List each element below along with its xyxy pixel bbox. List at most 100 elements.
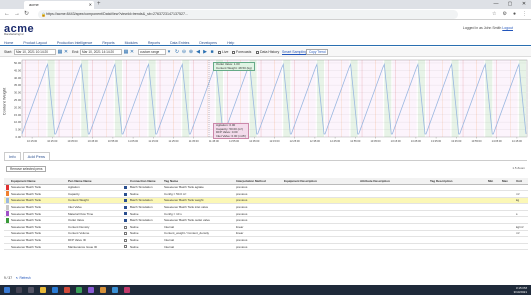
checkbox-icon[interactable] (124, 238, 127, 242)
browser-tab[interactable]: acme ✕ (24, 1, 94, 9)
color-swatch[interactable] (4, 184, 9, 192)
edge-icon[interactable] (52, 287, 58, 293)
data-history-toggle[interactable]: Data History (256, 49, 279, 55)
menu-item-reports-2[interactable]: Reports (148, 40, 160, 45)
maximize-icon[interactable]: ▢ (503, 0, 517, 9)
zoom-in-icon[interactable]: ⊕ (188, 49, 194, 55)
color-swatch[interactable] (4, 190, 9, 198)
checkbox-icon[interactable] (124, 205, 127, 209)
start-icon[interactable] (4, 287, 10, 293)
checkbox-icon[interactable] (124, 232, 127, 236)
color-swatch[interactable] (4, 203, 9, 211)
color-swatch[interactable] (4, 230, 9, 238)
color-swatch[interactable] (4, 216, 9, 225)
refresh-link[interactable]: Refresh (19, 276, 30, 280)
menu-item-reports[interactable]: Reports (102, 40, 114, 45)
forward-icon[interactable]: → (14, 10, 20, 19)
color-swatch[interactable] (4, 197, 9, 205)
menu-item-modules[interactable]: Modules (125, 40, 138, 45)
table-row[interactable]: Sweetener Batch Tank Material Flow Time Na… (4, 210, 528, 218)
menu-item-developers[interactable]: Developers (199, 40, 217, 45)
back-icon[interactable]: ← (4, 10, 10, 19)
reload-icon[interactable]: ↻ (24, 10, 29, 19)
table-row[interactable]: Sweetener Batch Tank Outlet Valve Batch Si… (4, 216, 528, 225)
new-tab-icon[interactable]: + (97, 1, 101, 8)
pen-name-cell: Content Volume (66, 230, 122, 238)
extensions-icon[interactable]: ⚙ (502, 10, 506, 19)
color-swatch[interactable] (4, 243, 9, 251)
menu-item-home[interactable]: Home (4, 40, 13, 45)
inlet-valve-band (22, 60, 47, 137)
min-cell (486, 190, 500, 198)
url-field[interactable]: 🔒 https://acme:8443/apex/component/DataV… (38, 10, 458, 19)
file-explorer-icon[interactable] (40, 287, 46, 293)
checkbox-icon[interactable] (124, 186, 127, 189)
min-cell (486, 243, 500, 251)
table-row[interactable]: Sweetener Batch Tank Content Density Nativ… (4, 223, 528, 231)
clear-icon[interactable]: ✕ (63, 49, 69, 55)
start-date-input[interactable]: Mar 10, 2021 10:14:20 (14, 49, 56, 55)
color-swatch[interactable] (4, 223, 9, 231)
checkbox-icon[interactable] (124, 218, 127, 222)
menu-item-product-layout[interactable]: Product Layout (23, 40, 47, 45)
system-clock[interactable]: 3:15 PM 3/10/2021 (514, 286, 527, 294)
zoom-out-icon[interactable]: ⊖ (181, 49, 187, 55)
tab-add-pens[interactable]: Add Pens (22, 152, 51, 160)
time-forward-icon[interactable]: ▶ (202, 49, 208, 55)
logout-link[interactable]: Logout (502, 26, 513, 30)
stop-icon[interactable]: ■ (209, 49, 215, 55)
chart-svg[interactable]: 50.00 45.00 40.00 35.00 30.00 25.00 20.00 15.00… (0, 57, 531, 149)
trend-chart[interactable]: Content Weight 50.00 45.00 40.00 35.00 30.00… (0, 57, 531, 149)
table-row[interactable]: Sweetener Batch Tank Content Volume Native… (4, 230, 528, 238)
menu-item-production-intelligence[interactable]: Production Intelligence (57, 40, 92, 45)
table-row[interactable]: Sweetener Batch Tank Agitation Batch Simul… (4, 184, 528, 192)
app-icon[interactable] (88, 287, 94, 293)
chrome-icon[interactable] (64, 287, 70, 293)
color-swatch[interactable] (4, 236, 9, 244)
checkbox-icon[interactable] (124, 199, 127, 203)
connection-cell: Native (128, 236, 162, 244)
table-row[interactable]: Sweetener Batch Tank Capacity Native Config… (4, 190, 528, 198)
tag-description-cell (428, 223, 486, 231)
app-icon[interactable] (100, 287, 106, 293)
color-swatch[interactable] (4, 210, 9, 218)
forecasts-toggle[interactable]: Forecasts (232, 49, 251, 55)
checkbox-icon[interactable] (124, 245, 127, 249)
search-icon[interactable] (16, 287, 22, 293)
star-icon[interactable]: ☆ (492, 10, 496, 19)
profile-icon[interactable]: ● (513, 10, 516, 19)
minimize-icon[interactable]: — (489, 0, 503, 9)
table-row[interactable]: Sweetener Batch Tank Inlet Valve Batch Sim… (4, 203, 528, 211)
tag-description-cell (428, 210, 486, 218)
app-icon[interactable] (124, 287, 130, 293)
tab-info[interactable]: Info (4, 152, 21, 160)
remove-pens-button[interactable]: Remove selected pens (6, 166, 47, 172)
checkbox-icon[interactable] (124, 225, 127, 229)
time-back-icon[interactable]: ◀ (195, 49, 201, 55)
menu-item-help[interactable]: Help (227, 40, 234, 45)
close-tab-icon[interactable]: ✕ (89, 1, 92, 9)
clear-icon[interactable]: ✕ (129, 49, 135, 55)
app-icon[interactable] (112, 287, 118, 293)
menu-icon[interactable]: ⋮ (522, 10, 527, 19)
max-cell (500, 190, 514, 198)
smart-sampling-link[interactable]: Smart Sampling (282, 49, 307, 55)
table-row[interactable]: Sweetener Batch Tank Maintenance Issue ID… (4, 243, 528, 251)
end-date-input[interactable]: Mar 10, 2021 14:14:20 (80, 49, 122, 55)
checkbox-icon[interactable] (124, 212, 127, 216)
close-window-icon[interactable]: ✕ (517, 0, 531, 9)
checkbox-icon[interactable] (124, 192, 127, 196)
task-view-icon[interactable] (28, 287, 34, 293)
table-row[interactable]: Sweetener Batch Tank Content Weight Batch … (4, 197, 528, 205)
live-toggle[interactable]: Live (218, 49, 228, 55)
table-row[interactable]: Sweetener Batch Tank DFP Valve ID Native In… (4, 236, 528, 244)
inlet-valve-band (459, 60, 484, 137)
min-cell (486, 216, 500, 225)
range-select[interactable]: custom range (138, 49, 166, 55)
copy-trend-button[interactable]: Copy Trend (306, 49, 329, 55)
interpolation-cell: previous (234, 243, 282, 251)
menu-item-data-entries[interactable]: Data Entries (170, 40, 189, 45)
refresh-icon[interactable]: ↻ (174, 49, 180, 55)
app-icon[interactable] (76, 287, 82, 293)
chevron-down-icon[interactable]: ▾ (166, 49, 172, 55)
